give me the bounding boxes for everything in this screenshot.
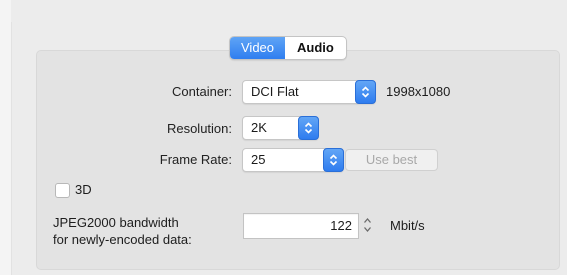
container-dimensions: 1998x1080 — [386, 84, 451, 99]
stepper-icon[interactable] — [362, 214, 373, 236]
chevron-updown-icon — [355, 80, 376, 104]
bandwidth-label-line2: for newly-encoded data: — [53, 232, 192, 247]
bandwidth-input[interactable]: 122 — [243, 213, 359, 239]
frame-rate-label: Frame Rate: — [159, 152, 232, 167]
3d-label: 3D — [75, 182, 92, 197]
resolution-label: Resolution: — [166, 121, 232, 136]
container-value: DCI Flat — [251, 84, 299, 99]
frame-rate-select[interactable]: 25 — [242, 148, 344, 172]
chevron-updown-icon — [323, 148, 344, 172]
window-top-area — [11, 0, 567, 22]
bandwidth-unit: Mbit/s — [390, 218, 425, 233]
resolution-value: 2K — [251, 120, 267, 135]
window-edge — [0, 0, 12, 275]
frame-rate-value: 25 — [251, 152, 266, 167]
chevron-updown-icon — [298, 116, 319, 140]
use-best-button[interactable]: Use best — [345, 149, 438, 171]
tab-video[interactable]: Video — [230, 37, 286, 59]
resolution-select[interactable]: 2K — [242, 116, 319, 140]
tab-switcher: Video Audio — [229, 36, 347, 60]
container-select[interactable]: DCI Flat — [242, 80, 376, 104]
container-label: Container: — [172, 84, 232, 99]
tab-audio[interactable]: Audio — [285, 37, 346, 59]
bandwidth-label-line1: JPEG2000 bandwidth — [53, 215, 179, 230]
bandwidth-value: 122 — [330, 218, 352, 233]
3d-checkbox[interactable] — [55, 183, 70, 198]
